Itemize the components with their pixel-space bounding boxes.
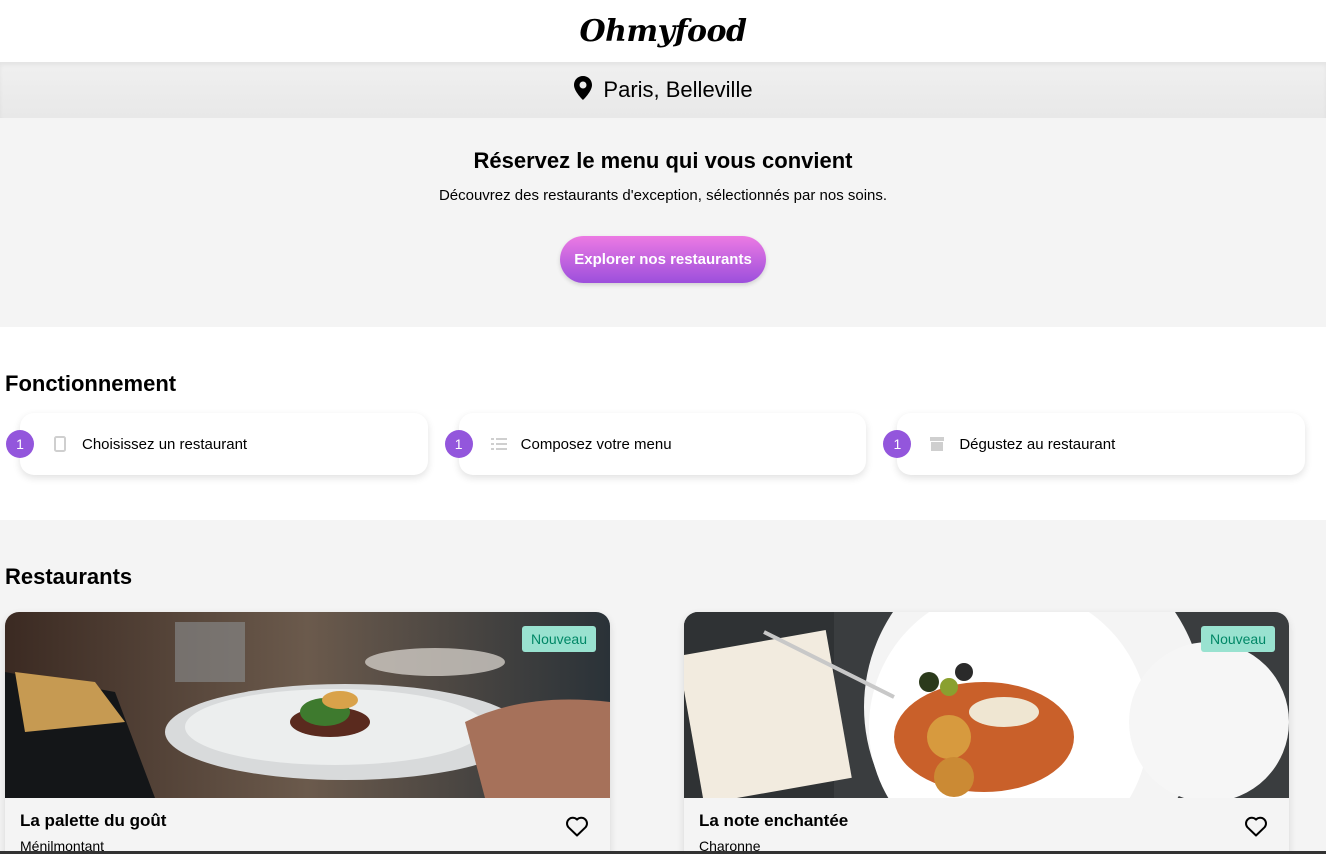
heart-icon[interactable] xyxy=(1244,815,1268,837)
restaurants-section: Restaurants Nouveau La palette du goût M… xyxy=(0,520,1326,854)
step-number: 1 xyxy=(883,430,912,458)
explore-restaurants-button[interactable]: Explorer nos restaurants xyxy=(560,236,766,283)
location-bar: Paris, Belleville xyxy=(0,62,1326,118)
steps-list: 1 Choisissez un restaurant 1 Composez vo… xyxy=(5,413,1321,475)
map-pin-icon xyxy=(573,75,593,105)
restaurant-card[interactable]: Nouveau La palette du goût Ménilmontant xyxy=(5,612,610,854)
list-icon xyxy=(490,436,507,452)
card-text: La palette du goût Ménilmontant xyxy=(20,811,166,854)
store-icon xyxy=(929,436,945,452)
new-badge: Nouveau xyxy=(1200,626,1275,652)
step-card: 1 Dégustez au restaurant xyxy=(883,413,1306,475)
step-card: 1 Choisissez un restaurant xyxy=(6,413,428,475)
heart-icon[interactable] xyxy=(565,815,589,837)
restaurants-title: Restaurants xyxy=(5,564,133,589)
card-text: La note enchantée Charonne xyxy=(699,811,848,854)
restaurant-photo: Nouveau xyxy=(684,612,1289,798)
card-body: La note enchantée Charonne xyxy=(684,798,1289,854)
step-label: Composez votre menu xyxy=(520,435,672,453)
howto-title: Fonctionnement xyxy=(5,371,177,396)
hero-subtitle: Découvrez des restaurants d'exception, s… xyxy=(438,187,888,204)
restaurant-name: La palette du goût xyxy=(20,811,167,830)
step-number: 1 xyxy=(444,430,473,458)
step-card: 1 Composez votre menu xyxy=(444,413,867,475)
hero-section: Réservez le menu qui vous convient Décou… xyxy=(0,118,1326,327)
restaurant-name: La note enchantée xyxy=(699,811,849,830)
site-header: Ohmyfood xyxy=(0,0,1326,62)
hero-title: Réservez le menu qui vous convient xyxy=(473,148,853,173)
restaurant-photo: Nouveau xyxy=(5,612,610,798)
step-label: Choisissez un restaurant xyxy=(82,435,248,453)
logo[interactable]: Ohmyfood xyxy=(579,14,747,49)
card-body: La palette du goût Ménilmontant xyxy=(5,798,610,854)
step-label: Dégustez au restaurant xyxy=(959,435,1116,453)
mobile-icon xyxy=(52,436,68,452)
location-text: Paris, Belleville xyxy=(603,77,753,102)
restaurant-cards: Nouveau La palette du goût Ménilmontant xyxy=(5,612,1321,854)
restaurant-card[interactable]: Nouveau La note enchantée Charonne xyxy=(684,612,1289,854)
howto-section: Fonctionnement 1 Choisissez un restauran… xyxy=(0,327,1326,520)
new-badge: Nouveau xyxy=(521,626,596,652)
step-number: 1 xyxy=(6,430,34,458)
